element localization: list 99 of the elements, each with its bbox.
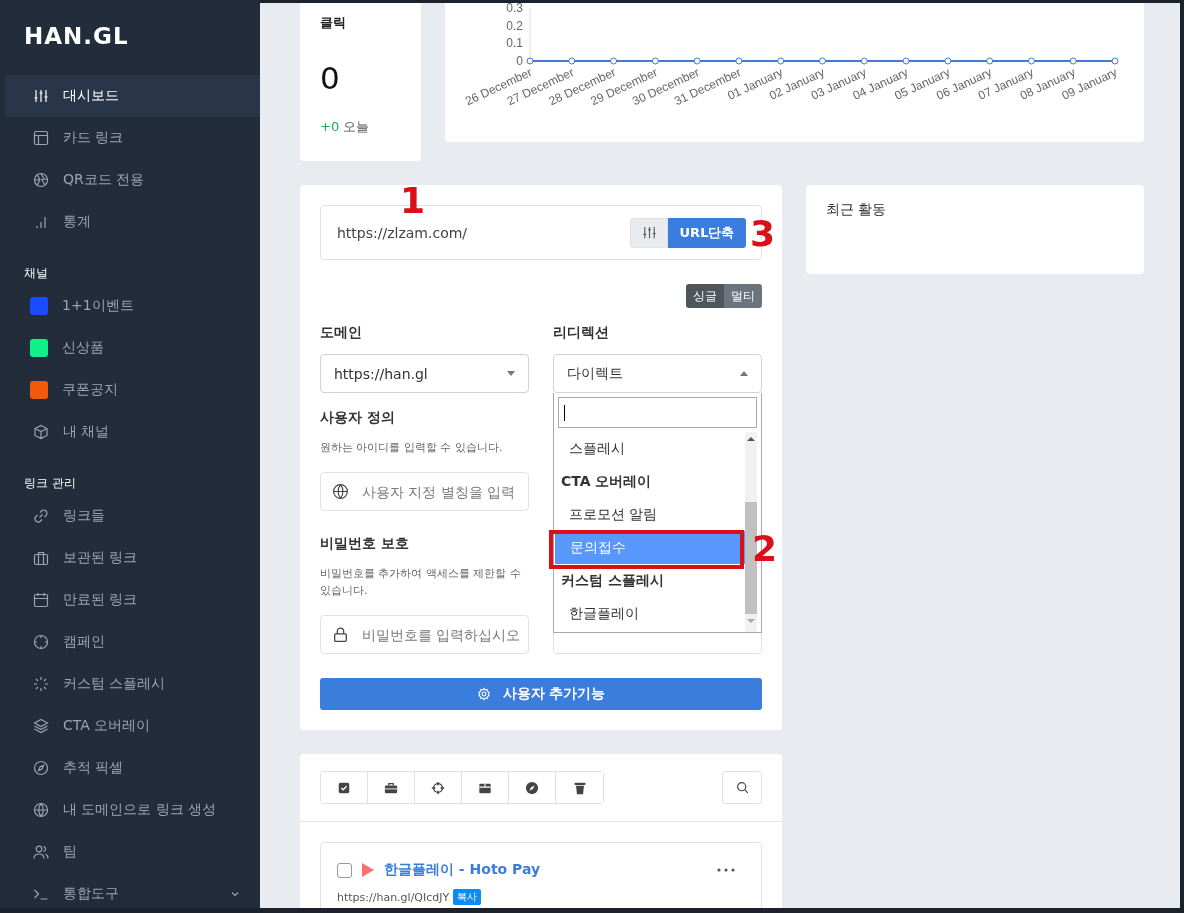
toolbar-button[interactable] — [321, 772, 368, 803]
layers-icon — [33, 718, 49, 734]
sidebar-item[interactable]: CTA 오버레이 — [5, 705, 260, 747]
link-title[interactable]: 한글플레이 - Hoto Pay — [384, 861, 707, 879]
calendar-icon — [33, 592, 49, 608]
sidebar-item[interactable]: 내 채널 — [5, 411, 260, 453]
option-group-label: 커스텀 스플레시 — [560, 571, 665, 590]
option-group-label: CTA 오버레이 — [560, 472, 653, 491]
y-tick-label: 0.1 — [506, 36, 523, 51]
dropdown-option[interactable]: 스플레시 — [554, 432, 745, 465]
data-point — [1111, 57, 1119, 65]
field-label: 비밀번호 보호 — [320, 535, 410, 553]
more-icon[interactable] — [717, 868, 735, 872]
lock-icon — [332, 626, 349, 643]
y-tick-label: 0 — [516, 54, 523, 68]
section-heading: 채널 — [24, 265, 49, 279]
options-button[interactable] — [630, 217, 668, 248]
extra-features-button[interactable]: 사용자 추가기능 — [320, 678, 762, 710]
globe-icon — [33, 802, 49, 818]
alias-input[interactable]: 사용자 지정 별칭을 입력 — [320, 472, 529, 511]
section-heading: 링크 관리 — [24, 475, 77, 489]
password-input[interactable]: 비밀번호를 입력하십시오 — [320, 615, 529, 654]
sidebar-item[interactable]: 신상품 — [5, 327, 260, 369]
users-icon — [33, 844, 49, 860]
stat-title: 클릭 — [320, 14, 347, 32]
data-point — [693, 57, 701, 65]
data-point — [986, 57, 994, 65]
checkbox-icon — [337, 780, 351, 795]
box-icon — [33, 424, 49, 440]
sidebar-item[interactable]: 링크들 — [5, 495, 260, 537]
sidebar-item[interactable]: 팀 — [5, 831, 260, 873]
logo: HAN.GL — [24, 22, 130, 50]
data-point — [610, 57, 618, 65]
search-field[interactable] — [558, 397, 757, 428]
annotation-number: 2 — [752, 531, 778, 567]
crosshair-icon — [33, 634, 49, 650]
field-label: 사용자 정의 — [320, 409, 396, 427]
field-hint: 원하는 아이디를 입력할 수 있습니다. — [320, 440, 504, 456]
stat-delta-label: 오늘 — [343, 119, 370, 134]
sidebar-item[interactable]: 대시보드 — [5, 75, 260, 117]
crosshair-icon — [431, 780, 445, 795]
y-tick-label: 0.3 — [506, 3, 523, 15]
sidebar-item[interactable]: 만료된 링크 — [5, 579, 260, 621]
shorten-button[interactable]: URL단축 — [668, 217, 746, 248]
data-point — [777, 57, 785, 65]
card-title: 최근 활동 — [826, 201, 888, 219]
sidebar-item[interactable]: 추적 픽셀 — [5, 747, 260, 789]
sidebar-item[interactable]: 카드 링크 — [5, 117, 260, 159]
compass-icon — [33, 760, 49, 776]
data-point — [819, 57, 826, 65]
sidebar-item[interactable]: 보관된 링크 — [5, 537, 260, 579]
stat-value: 0 — [320, 60, 341, 96]
field-label: 도메인 — [320, 324, 363, 342]
trash-icon — [572, 780, 587, 795]
compass-icon — [525, 780, 539, 795]
briefcase-icon — [384, 780, 398, 795]
data-point — [735, 57, 743, 65]
globe-icon — [332, 483, 349, 500]
sidebar-item[interactable]: 커스텀 스플레시 — [5, 663, 260, 705]
sidebar-item[interactable]: 쿠폰공지 — [5, 369, 260, 411]
data-point — [944, 57, 952, 65]
search-button[interactable] — [722, 771, 762, 804]
sidebar-item[interactable]: 통합도구 — [5, 873, 260, 908]
chevron-down-icon — [230, 889, 240, 899]
sliders-icon — [641, 225, 657, 240]
mode-toggle-button[interactable]: 싱글 — [686, 284, 724, 308]
data-point — [1027, 57, 1035, 65]
short-url[interactable]: https://han.gl/QIcdJY — [337, 890, 450, 904]
checkbox[interactable] — [337, 862, 352, 878]
sidebar-item[interactable]: 내 도메인으로 링크 생성 — [5, 789, 260, 831]
field-hint: 비밀번호를 추가하여 액세스를 제한할 수 있습니다. — [320, 566, 522, 599]
loader-icon — [33, 676, 49, 692]
y-tick-label: 0.2 — [506, 18, 523, 33]
sidebar-item[interactable]: QR코드 전용 — [5, 159, 260, 201]
sidebar-item[interactable]: 통계 — [5, 201, 260, 243]
bars-icon — [33, 214, 49, 230]
sliders-icon — [33, 88, 49, 104]
data-point — [568, 57, 576, 65]
sidebar-item[interactable]: 1+1이벤트 — [5, 285, 260, 327]
dropdown-option[interactable]: 프로모션 알림 — [554, 498, 745, 531]
settings-icon — [476, 687, 491, 701]
data-point — [526, 57, 534, 65]
data-point — [651, 57, 659, 65]
data-point — [860, 57, 868, 65]
field-label: 리디렉션 — [553, 324, 610, 342]
mode-toggle-button[interactable]: 멀티 — [724, 284, 762, 308]
link-icon — [33, 508, 49, 524]
data-point — [902, 57, 910, 65]
stat-delta: +0 — [320, 119, 340, 134]
search-icon — [735, 781, 749, 794]
sidebar-item[interactable]: 캠페인 — [5, 621, 260, 663]
aperture-icon — [33, 172, 49, 188]
data-point — [1069, 57, 1077, 65]
layout-icon — [33, 130, 49, 146]
copy-badge[interactable]: 복사 — [453, 889, 482, 905]
briefcase-icon — [33, 550, 49, 566]
dropdown-option[interactable]: 한글플레이 — [554, 597, 745, 630]
play-icon — [362, 863, 374, 877]
domain-select[interactable]: https://han.gl — [320, 354, 529, 393]
